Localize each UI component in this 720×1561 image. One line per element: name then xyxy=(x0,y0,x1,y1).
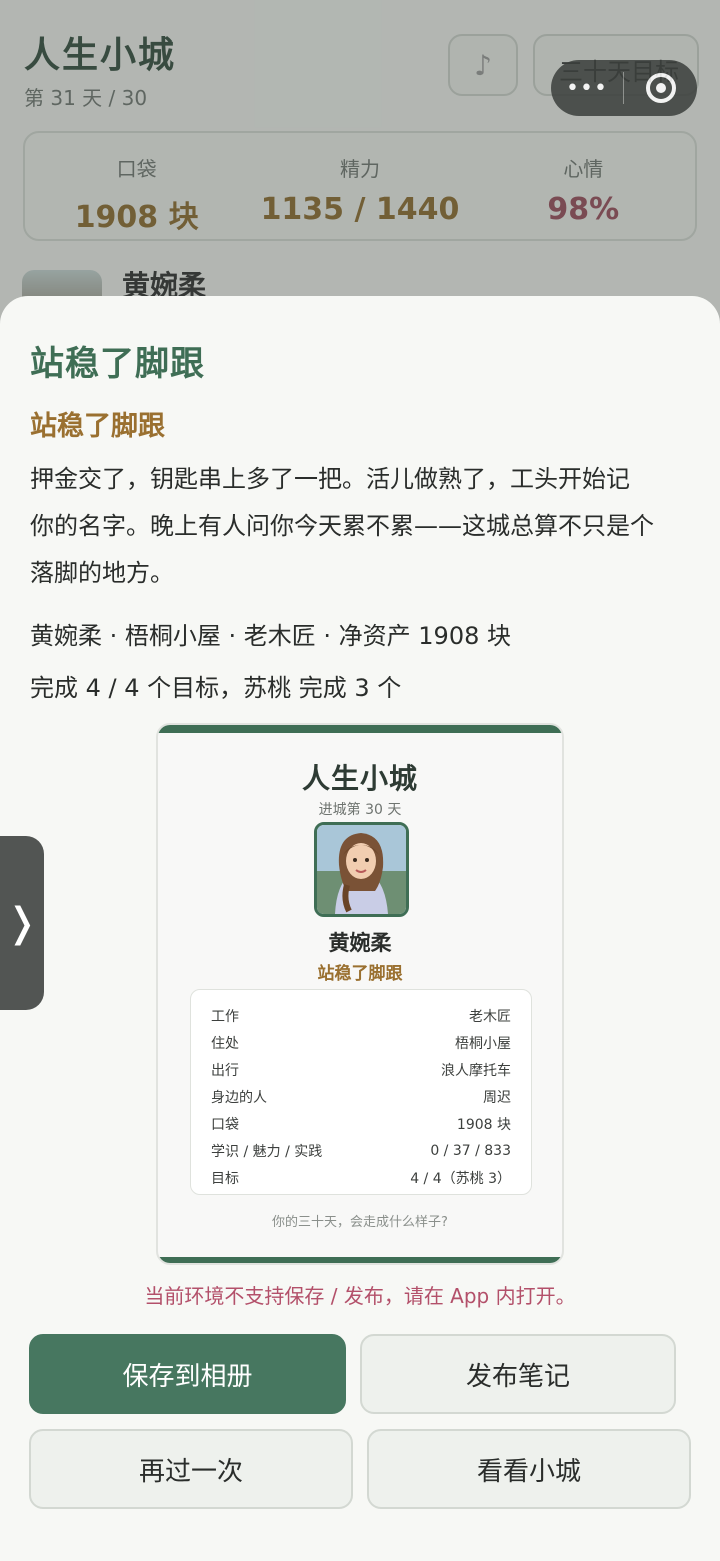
table-row: 学识 / 魅力 / 实践 0 / 37 / 833 xyxy=(211,1137,511,1164)
card-title: 人生小城 xyxy=(301,762,418,795)
description-line: 你的名字。晚上有人问你今天累不累——这城总算不只是个 xyxy=(30,512,654,540)
sheet-subtitle: 站稳了脚跟 xyxy=(30,411,165,442)
save-to-album-button[interactable]: 保存到相册 xyxy=(29,1334,346,1414)
table-row: 口袋 1908 块 xyxy=(211,1110,511,1137)
ending-summary: 黄婉柔 · 梧桐小屋 · 老木匠 · 净资产 1908 块 xyxy=(30,622,511,650)
share-card: 人生小城 进城第 30 天 黄婉柔 站稳了脚跟 工作 老木匠 住处 梧桐小屋 出… xyxy=(156,723,564,1265)
sheet-title: 站稳了脚跟 xyxy=(30,344,205,384)
table-row: 目标 4 / 4（苏桃 3） xyxy=(211,1164,511,1191)
card-footer: 你的三十天，会走成什么样子? xyxy=(272,1215,448,1230)
row-value: 0 / 37 / 833 xyxy=(430,1142,511,1159)
view-city-button[interactable]: 看看小城 xyxy=(367,1429,691,1509)
card-accent-bar xyxy=(158,725,562,733)
side-drawer-handle[interactable]: ❭ xyxy=(0,836,44,1010)
row-value: 老木匠 xyxy=(469,1008,511,1025)
row-label: 学识 / 魅力 / 实践 xyxy=(211,1143,323,1160)
table-row: 住处 梧桐小屋 xyxy=(211,1029,511,1056)
row-value: 4 / 4（苏桃 3） xyxy=(410,1170,511,1187)
row-label: 出行 xyxy=(211,1062,239,1079)
row-label: 工作 xyxy=(211,1008,239,1025)
card-day: 进城第 30 天 xyxy=(318,802,402,818)
character-portrait xyxy=(314,822,409,917)
card-stats-table: 工作 老木匠 住处 梧桐小屋 出行 浪人摩托车 身边的人 周迟 口袋 1908 … xyxy=(190,989,532,1195)
table-row: 出行 浪人摩托车 xyxy=(211,1056,511,1083)
row-label: 住处 xyxy=(211,1035,239,1052)
row-value: 梧桐小屋 xyxy=(455,1035,511,1052)
row-value: 浪人摩托车 xyxy=(441,1062,511,1079)
card-name: 黄婉柔 xyxy=(328,931,392,955)
row-label: 身边的人 xyxy=(211,1089,267,1106)
card-subtitle: 站稳了脚跟 xyxy=(317,964,403,984)
capsule-divider xyxy=(623,72,624,104)
row-label: 目标 xyxy=(211,1170,239,1187)
row-value: 周迟 xyxy=(483,1089,511,1106)
result-sheet: 站稳了脚跟 站稳了脚跟 押金交了，钥匙串上多了一把。活儿做熟了，工头开始记 你的… xyxy=(0,296,720,1561)
environment-warning: 当前环境不支持保存 / 发布，请在 App 内打开。 xyxy=(144,1284,576,1308)
description-line: 押金交了，钥匙串上多了一把。活儿做熟了，工头开始记 xyxy=(30,465,630,493)
card-accent-bar xyxy=(158,1257,562,1263)
publish-note-button[interactable]: 发布笔记 xyxy=(360,1334,676,1414)
replay-button[interactable]: 再过一次 xyxy=(29,1429,353,1509)
goal-progress: 完成 4 / 4 个目标，苏桃 完成 3 个 xyxy=(30,674,402,702)
row-value: 1908 块 xyxy=(456,1116,511,1133)
ending-description: 押金交了，钥匙串上多了一把。活儿做熟了，工头开始记 你的名字。晚上有人问你今天累… xyxy=(30,456,695,597)
more-icon[interactable]: ••• xyxy=(551,76,623,101)
close-miniprogram-icon[interactable] xyxy=(646,73,676,103)
row-label: 口袋 xyxy=(211,1116,239,1133)
table-row: 工作 老木匠 xyxy=(211,1002,511,1029)
table-row: 身边的人 周迟 xyxy=(211,1083,511,1110)
description-line: 落脚的地方。 xyxy=(30,559,174,587)
chevron-right-icon: ❭ xyxy=(5,900,39,946)
miniprogram-capsule: ••• xyxy=(551,60,697,116)
